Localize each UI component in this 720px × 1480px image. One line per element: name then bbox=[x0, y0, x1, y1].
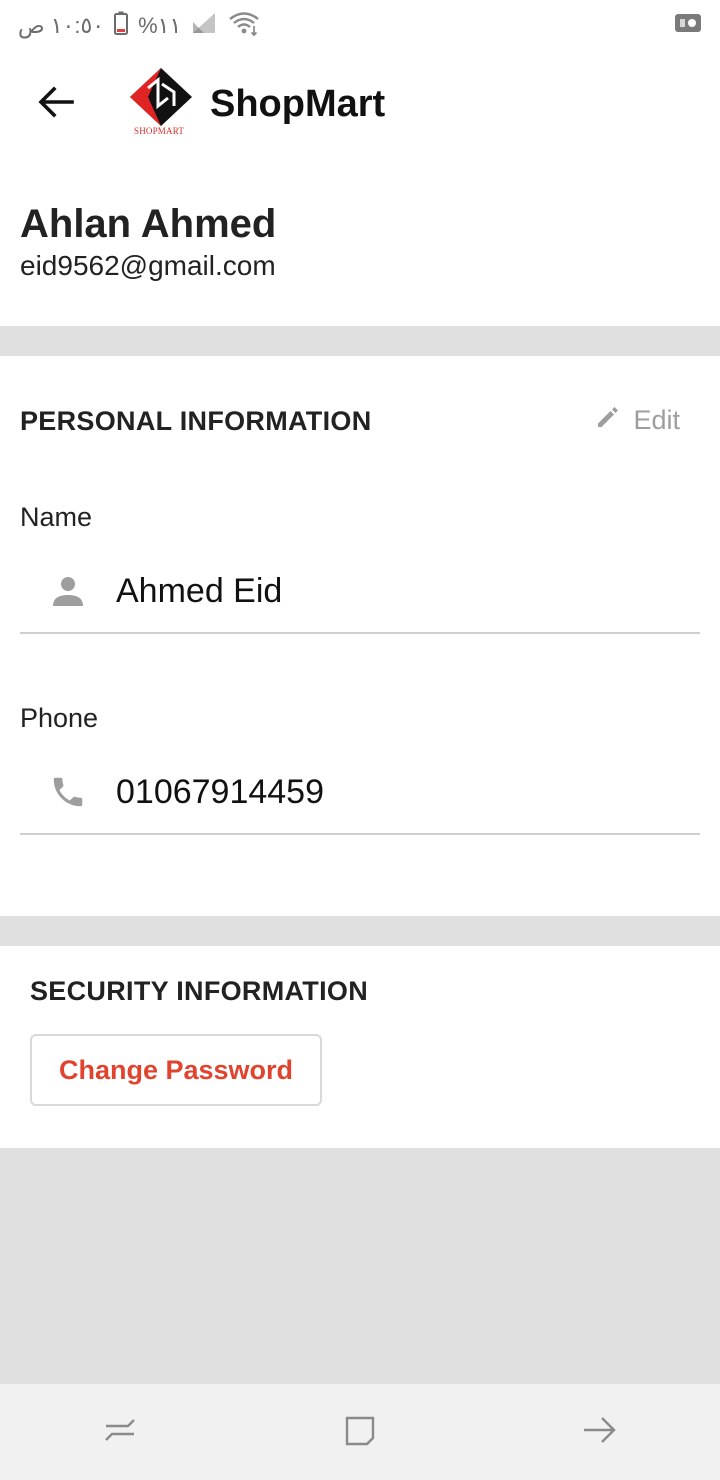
home-square-icon bbox=[342, 1412, 378, 1453]
status-left: ١٠:٥٠ ص %١١ bbox=[18, 10, 261, 42]
arrow-left-icon bbox=[38, 85, 74, 123]
status-bar: ١٠:٥٠ ص %١١ bbox=[0, 0, 720, 52]
phone-icon bbox=[20, 773, 116, 811]
status-battery: %١١ bbox=[138, 13, 182, 38]
battery-icon bbox=[114, 11, 129, 41]
shopmart-logo: SHOPMART bbox=[128, 66, 194, 142]
wifi-icon bbox=[227, 10, 261, 42]
name-value: Ahmed Eid bbox=[116, 571, 283, 610]
phone-label: Phone bbox=[20, 703, 99, 733]
app-title: ShopMart bbox=[210, 82, 386, 125]
system-nav-bar bbox=[0, 1384, 720, 1480]
app-bar: SHOPMART ShopMart bbox=[0, 52, 720, 156]
person-icon bbox=[20, 573, 116, 609]
name-label: Name bbox=[20, 502, 93, 532]
logo-caption: SHOPMART bbox=[134, 126, 185, 136]
greeting: Ahlan Ahmed eid9562@gmail.com bbox=[20, 200, 276, 284]
recent-apps-button[interactable] bbox=[80, 1392, 160, 1472]
back-nav-button[interactable] bbox=[560, 1392, 640, 1472]
greeting-email: eid9562@gmail.com bbox=[20, 250, 276, 281]
back-arrow-icon bbox=[582, 1412, 618, 1453]
change-password-button[interactable]: Change Password bbox=[30, 1034, 322, 1106]
name-field[interactable]: Ahmed Eid bbox=[20, 550, 700, 634]
security-info-title: SECURITY INFORMATION bbox=[30, 976, 369, 1006]
section-divider bbox=[0, 916, 720, 946]
pencil-icon bbox=[595, 404, 621, 437]
home-button[interactable] bbox=[320, 1392, 400, 1472]
video-record-icon bbox=[674, 12, 702, 40]
greeting-name: Ahlan Ahmed bbox=[20, 202, 277, 246]
status-right bbox=[674, 12, 702, 40]
logo-mark bbox=[130, 68, 192, 126]
status-time: ١٠:٥٠ ص bbox=[18, 13, 105, 38]
edit-button[interactable]: Edit bbox=[595, 404, 680, 437]
back-button[interactable] bbox=[20, 68, 92, 140]
edit-label: Edit bbox=[633, 405, 680, 435]
section-divider bbox=[0, 326, 720, 356]
recent-apps-icon bbox=[102, 1412, 138, 1453]
signal-icon bbox=[191, 11, 217, 41]
empty-area bbox=[0, 1148, 720, 1384]
phone-field[interactable]: 01067914459 bbox=[20, 751, 700, 835]
personal-info-title: PERSONAL INFORMATION bbox=[20, 406, 372, 436]
phone-value: 01067914459 bbox=[116, 772, 325, 811]
